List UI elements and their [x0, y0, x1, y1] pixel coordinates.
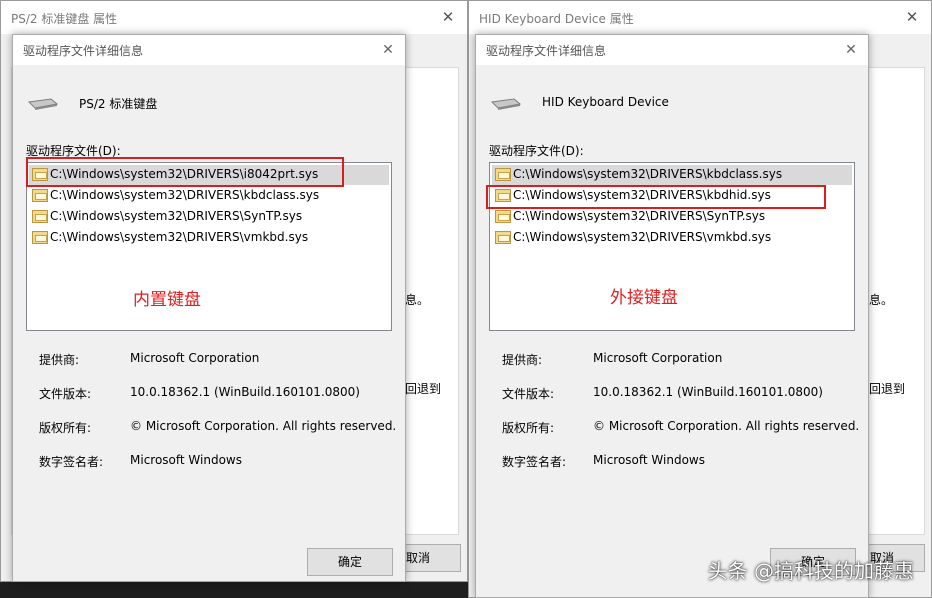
file-icon — [32, 189, 48, 202]
signer-value: Microsoft Windows — [130, 453, 242, 467]
keyboard-icon — [27, 98, 59, 110]
file-icon — [495, 210, 511, 223]
version-label: 文件版本: — [502, 387, 555, 401]
driver-files-list[interactable]: C:\Windows\system32\DRIVERS\i8042prt.sys… — [26, 162, 392, 331]
peek-text: 息。 — [405, 293, 430, 307]
list-item[interactable]: C:\Windows\system32\DRIVERS\vmkbd.sys — [492, 228, 852, 248]
device-name: PS/2 标准键盘 — [79, 97, 158, 111]
version-label: 文件版本: — [39, 387, 92, 401]
copyright-label: 版权所有: — [502, 421, 555, 435]
file-icon — [32, 210, 48, 223]
list-item[interactable]: C:\Windows\system32\DRIVERS\vmkbd.sys — [29, 228, 389, 248]
peek-text: 回退到 — [869, 382, 906, 396]
dialog-titlebar[interactable]: 驱动程序文件详细信息 ✕ — [13, 35, 405, 65]
close-icon[interactable]: ✕ — [840, 39, 862, 61]
close-icon[interactable]: ✕ — [437, 6, 459, 28]
copyright-label: 版权所有: — [39, 421, 92, 435]
file-path: C:\Windows\system32\DRIVERS\kbdclass.sys — [50, 188, 320, 202]
window-title: PS/2 标准键盘 属性 — [11, 12, 118, 26]
cancel-button[interactable]: 取消 — [401, 544, 461, 572]
list-item[interactable]: C:\Windows\system32\DRIVERS\kbdclass.sys — [492, 165, 852, 185]
dialog-titlebar[interactable]: 驱动程序文件详细信息 ✕ — [476, 35, 868, 65]
highlight-box — [26, 157, 344, 187]
ok-button[interactable]: 确定 — [307, 548, 393, 576]
file-icon — [495, 168, 511, 181]
provider-value: Microsoft Corporation — [130, 351, 260, 365]
keyboard-icon — [490, 98, 522, 110]
list-item[interactable]: C:\Windows\system32\DRIVERS\SynTP.sys — [492, 207, 852, 227]
device-name: HID Keyboard Device — [542, 95, 669, 109]
provider-label: 提供商: — [502, 353, 543, 367]
peek-text: 回退到 — [405, 382, 442, 396]
close-icon[interactable]: ✕ — [377, 39, 399, 61]
window-titlebar[interactable]: HID Keyboard Device 属性 ✕ — [469, 1, 931, 34]
signer-label: 数字签名者: — [39, 455, 104, 469]
provider-value: Microsoft Corporation — [593, 351, 723, 365]
file-path: C:\Windows\system32\DRIVERS\SynTP.sys — [513, 209, 766, 223]
file-path: C:\Windows\system32\DRIVERS\vmkbd.sys — [513, 230, 772, 244]
file-path: C:\Windows\system32\DRIVERS\kbdclass.sys — [513, 167, 783, 181]
annotation-label: 内置键盘 — [133, 290, 201, 310]
peek-text: 息。 — [869, 293, 894, 307]
watermark: 头条 @搞科技的加藤惠 — [707, 559, 914, 583]
version-value: 10.0.18362.1 (WinBuild.160101.0800) — [593, 385, 823, 399]
file-icon — [495, 231, 511, 244]
dialog-title: 驱动程序文件详细信息 — [23, 44, 144, 58]
window-title: HID Keyboard Device 属性 — [479, 12, 634, 26]
highlight-box — [486, 185, 826, 209]
file-path: C:\Windows\system32\DRIVERS\vmkbd.sys — [50, 230, 309, 244]
version-value: 10.0.18362.1 (WinBuild.160101.0800) — [130, 385, 360, 399]
file-path: C:\Windows\system32\DRIVERS\SynTP.sys — [50, 209, 303, 223]
close-icon[interactable]: ✕ — [901, 6, 923, 28]
signer-value: Microsoft Windows — [593, 453, 705, 467]
signer-label: 数字签名者: — [502, 455, 567, 469]
driver-details-dialog-left: 驱动程序文件详细信息 ✕ PS/2 标准键盘 驱动程序文件(D): C:\Win… — [12, 34, 406, 582]
file-icon — [32, 231, 48, 244]
dialog-title: 驱动程序文件详细信息 — [486, 44, 607, 58]
copyright-value: © Microsoft Corporation. All rights rese… — [593, 419, 860, 433]
driver-files-label: 驱动程序文件(D): — [489, 144, 584, 158]
copyright-value: © Microsoft Corporation. All rights rese… — [130, 419, 397, 433]
list-item[interactable]: C:\Windows\system32\DRIVERS\SynTP.sys — [29, 207, 389, 227]
list-item[interactable]: C:\Windows\system32\DRIVERS\kbdclass.sys — [29, 186, 389, 206]
driver-details-dialog-right: 驱动程序文件详细信息 ✕ HID Keyboard Device 驱动程序文件(… — [475, 34, 869, 598]
provider-label: 提供商: — [39, 353, 80, 367]
window-titlebar[interactable]: PS/2 标准键盘 属性 ✕ — [1, 1, 467, 34]
annotation-label: 外接键盘 — [610, 288, 678, 308]
